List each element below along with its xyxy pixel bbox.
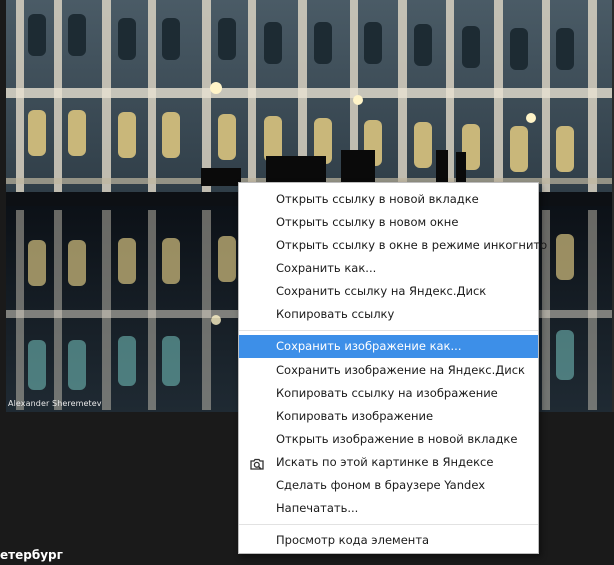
menu-item-label: Открыть ссылку в окне в режиме инкогнито [276, 238, 548, 252]
menu-item-label: Сделать фоном в браузере Yandex [276, 478, 485, 492]
menu-item-label: Напечатать... [276, 501, 359, 515]
menu-item-inspect-element[interactable]: Просмотр кода элемента [239, 529, 538, 552]
menu-item-save-image-as[interactable]: Сохранить изображение как... [239, 335, 538, 358]
menu-item-open-link-new-window[interactable]: Открыть ссылку в новом окне [239, 211, 538, 234]
menu-item-open-link-incognito[interactable]: Открыть ссылку в окне в режиме инкогнито [239, 234, 547, 257]
menu-item-label: Копировать ссылку [276, 307, 395, 321]
menu-item-label: Открыть изображение в новой вкладке [276, 432, 518, 446]
menu-item-open-image-new-tab[interactable]: Открыть изображение в новой вкладке [239, 428, 538, 451]
context-menu: Открыть ссылку в новой вкладке Открыть с… [238, 182, 547, 554]
menu-item-copy-image-link[interactable]: Копировать ссылку на изображение [239, 382, 538, 405]
menu-separator [239, 330, 538, 331]
photo-credit: Alexander Sheremetev [8, 399, 102, 408]
camera-search-icon [250, 456, 264, 470]
menu-item-save-as[interactable]: Сохранить как... [239, 257, 538, 280]
menu-item-copy-image[interactable]: Копировать изображение [239, 405, 538, 428]
menu-item-label: Открыть ссылку в новой вкладке [276, 192, 479, 206]
menu-item-set-as-background[interactable]: Сделать фоном в браузере Yandex [239, 474, 538, 497]
menu-item-save-image-yandex-disk[interactable]: Сохранить изображение на Яндекс.Диск [239, 359, 538, 382]
menu-item-label: Сохранить изображение на Яндекс.Диск [276, 363, 525, 377]
menu-item-label: Просмотр кода элемента [276, 533, 430, 547]
menu-item-copy-link[interactable]: Копировать ссылку [239, 303, 538, 326]
menu-item-print[interactable]: Напечатать... [239, 497, 538, 520]
page: Alexander Sheremetev етербург Открыть сс… [0, 0, 614, 565]
menu-item-label: Сохранить ссылку на Яндекс.Диск [276, 284, 487, 298]
menu-item-label: Копировать ссылку на изображение [276, 386, 498, 400]
menu-item-label: Открыть ссылку в новом окне [276, 215, 459, 229]
menu-item-label: Сохранить изображение как... [276, 339, 462, 353]
menu-separator [239, 524, 538, 525]
menu-item-label: Копировать изображение [276, 409, 434, 423]
menu-item-save-link-yandex-disk[interactable]: Сохранить ссылку на Яндекс.Диск [239, 280, 538, 303]
menu-item-open-link-new-tab[interactable]: Открыть ссылку в новой вкладке [239, 188, 538, 211]
menu-item-label: Сохранить как... [276, 261, 377, 275]
photo-caption: етербург [0, 548, 63, 562]
menu-item-label: Искать по этой картинке в Яндексе [276, 455, 494, 469]
menu-item-search-by-image[interactable]: Искать по этой картинке в Яндексе [239, 451, 538, 474]
